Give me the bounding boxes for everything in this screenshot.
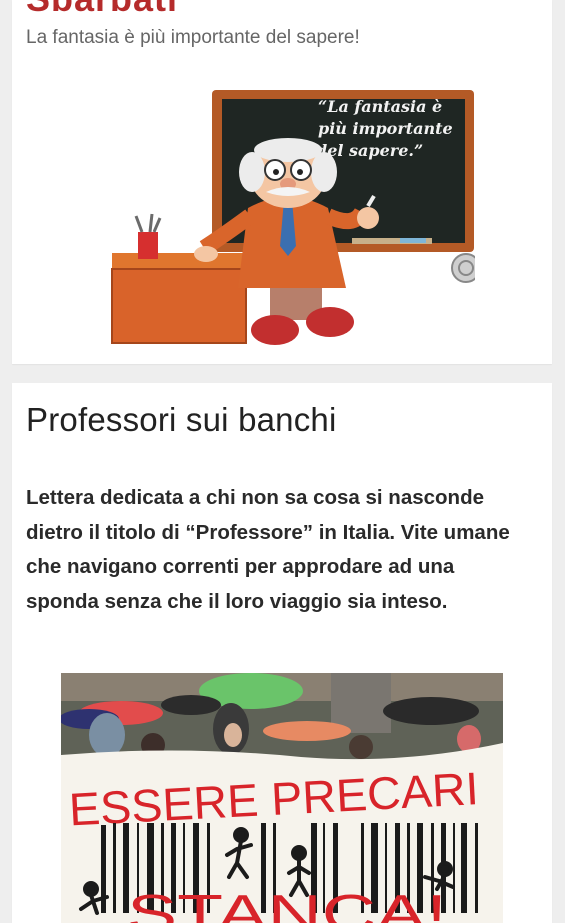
article-card: Professori sui banchi Lettera dedicata a… [12,383,552,923]
banner-line-2: STANCA! [127,885,447,923]
site-tagline: La fantasia è più importante del sapere! [26,27,360,48]
article-title[interactable]: Professori sui banchi [26,401,337,439]
chalkboard-line-1: “La fantasia è [318,97,442,116]
article-excerpt: Lettera dedicata a chi non sa cosa si na… [26,486,510,613]
professor-chalkboard-illustration: “La fantasia è più importante del sapere… [111,90,475,345]
site-title[interactable]: Sbarbati [26,0,178,20]
chalkboard-line-2: più importante [318,119,453,138]
protest-banner-photo[interactable]: ESSERE PRECARI STANCA! [61,673,503,923]
site-header-card: Sbarbati La fantasia è più importante de… [12,0,552,364]
